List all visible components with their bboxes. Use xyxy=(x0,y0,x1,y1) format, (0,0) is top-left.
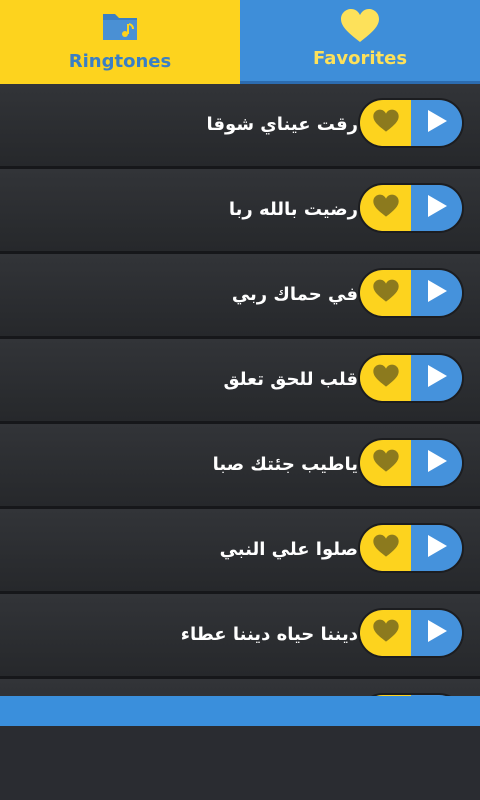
play-icon xyxy=(426,109,448,137)
ringtone-actions xyxy=(358,438,464,488)
play-icon xyxy=(426,194,448,222)
ringtone-actions xyxy=(358,98,464,148)
heart-icon xyxy=(372,364,400,392)
favorite-button[interactable] xyxy=(360,185,411,231)
bottom-bar xyxy=(0,696,480,726)
heart-icon xyxy=(372,449,400,477)
tab-ringtones[interactable]: Ringtones xyxy=(0,0,240,84)
favorite-button[interactable] xyxy=(360,610,411,656)
play-icon xyxy=(426,279,448,307)
ringtone-row[interactable]: رقت عيناي شوقا xyxy=(0,84,480,169)
heart-icon xyxy=(339,8,381,48)
ringtone-title: صلوا علي النبي xyxy=(219,539,358,560)
favorite-button[interactable] xyxy=(360,355,411,401)
ringtone-list[interactable]: رقت عيناي شوقا رضيت بالله ربا في حماك ربي ق… xyxy=(0,84,480,696)
favorite-button[interactable] xyxy=(360,100,411,146)
folder-music-icon xyxy=(100,8,140,48)
heart-icon xyxy=(372,279,400,307)
favorite-button[interactable] xyxy=(360,270,411,316)
ringtone-row[interactable]: ياطيب جئتك صبا xyxy=(0,424,480,509)
ringtone-title: رضيت بالله ربا xyxy=(228,199,358,220)
play-icon xyxy=(426,619,448,647)
play-button[interactable] xyxy=(411,100,462,146)
tab-favorites-label: Favorites xyxy=(312,48,408,69)
ringtone-actions xyxy=(358,523,464,573)
favorite-button[interactable] xyxy=(360,440,411,486)
ringtone-title: قلب للحق تعلق xyxy=(223,369,358,390)
play-button[interactable] xyxy=(411,610,462,656)
ringtone-row[interactable]: ديننا حياه ديننا عطاء xyxy=(0,594,480,679)
ringtone-row[interactable]: قلب للحق تعلق xyxy=(0,339,480,424)
play-button[interactable] xyxy=(411,185,462,231)
ringtone-actions xyxy=(358,268,464,318)
favorite-button[interactable] xyxy=(360,525,411,571)
play-icon xyxy=(426,534,448,562)
ringtone-row[interactable]: صلوا علي النبي xyxy=(0,509,480,594)
ringtone-title: في حماك ربي xyxy=(231,284,358,305)
heart-icon xyxy=(372,194,400,222)
heart-icon xyxy=(372,109,400,137)
ringtone-actions xyxy=(358,353,464,403)
play-button[interactable] xyxy=(411,440,462,486)
ringtone-row[interactable] xyxy=(0,679,480,696)
ringtone-title: ديننا حياه ديننا عطاء xyxy=(180,624,358,645)
tab-bar: Ringtones Favorites xyxy=(0,0,480,84)
ringtone-title: ياطيب جئتك صبا xyxy=(212,454,358,475)
play-button[interactable] xyxy=(411,525,462,571)
play-icon xyxy=(426,364,448,392)
heart-icon xyxy=(372,534,400,562)
ringtone-row[interactable]: في حماك ربي xyxy=(0,254,480,339)
heart-icon xyxy=(372,619,400,647)
tab-favorites[interactable]: Favorites xyxy=(240,0,480,84)
play-button[interactable] xyxy=(411,355,462,401)
tab-ringtones-label: Ringtones xyxy=(68,51,172,72)
ringtone-actions xyxy=(358,183,464,233)
ringtone-row[interactable]: رضيت بالله ربا xyxy=(0,169,480,254)
ringtone-title: رقت عيناي شوقا xyxy=(206,114,358,135)
bottom-area xyxy=(0,726,480,800)
play-button[interactable] xyxy=(411,270,462,316)
ringtone-actions xyxy=(358,608,464,658)
play-icon xyxy=(426,449,448,477)
